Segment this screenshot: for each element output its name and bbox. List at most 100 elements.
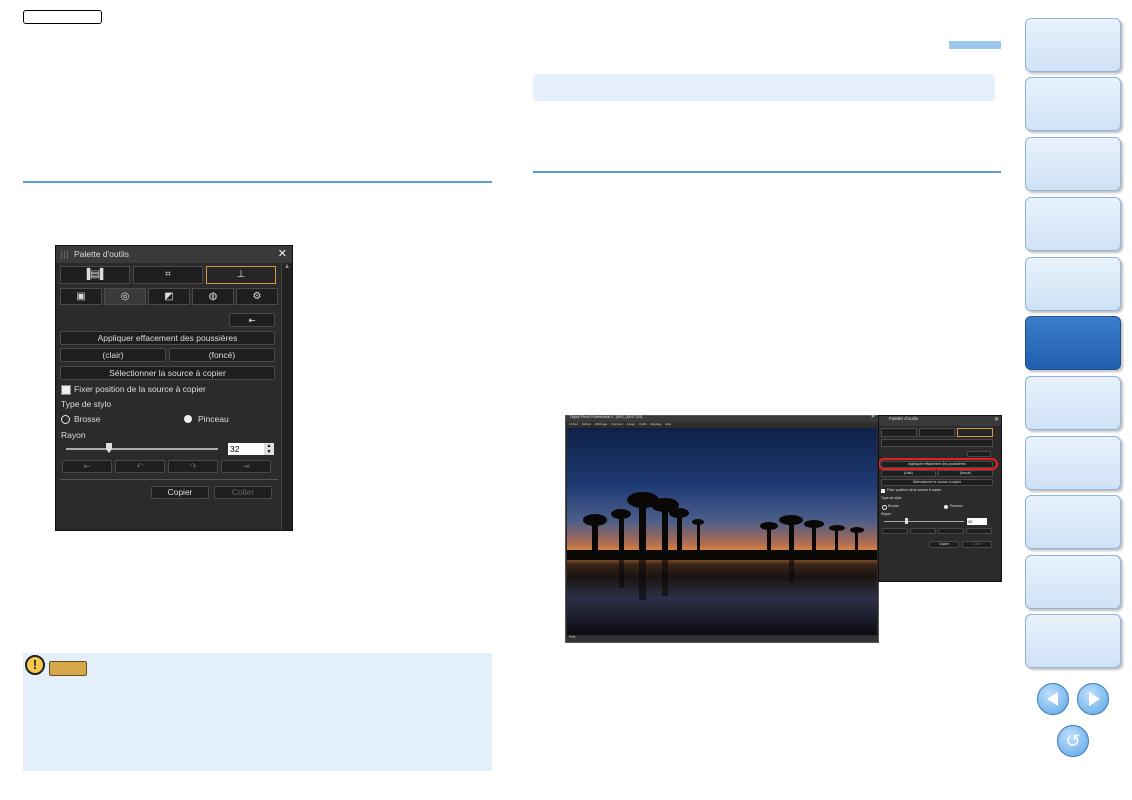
redo-icon: ↷ xyxy=(189,461,197,471)
radius-input[interactable]: 32 xyxy=(228,443,264,455)
menu-item[interactable]: Imprimer xyxy=(611,422,623,426)
menu-item[interactable]: Réglage xyxy=(650,422,661,426)
small-tab-stamp[interactable] xyxy=(957,428,993,437)
caution-icon: ! xyxy=(25,655,45,675)
fix-position-checkbox[interactable] xyxy=(61,385,71,395)
small-pen-radio[interactable] xyxy=(944,505,948,509)
menu-item[interactable]: Affichage xyxy=(595,422,607,426)
radius-spinner[interactable]: ▲ ▼ xyxy=(264,443,274,455)
tab-tone[interactable]: ▣ xyxy=(60,288,102,305)
side-tab-9[interactable] xyxy=(1025,495,1121,549)
small-fix-position-checkbox[interactable] xyxy=(881,489,885,493)
apply-dust-button[interactable]: Appliquer effacement des poussières xyxy=(60,331,275,345)
radius-slider-thumb[interactable] xyxy=(106,443,112,453)
side-tab-3[interactable] xyxy=(1025,137,1121,191)
small-undo-button[interactable] xyxy=(910,528,936,534)
highlight-circle xyxy=(879,458,998,470)
arrow-left-icon[interactable] xyxy=(1037,683,1069,715)
small-close-icon[interactable]: ✕ xyxy=(994,416,999,423)
small-first-button[interactable] xyxy=(882,528,908,534)
note-box xyxy=(23,653,492,771)
redo-button[interactable]: ↷ xyxy=(168,460,218,473)
tool-palette-title: Palette d'outils ✕ xyxy=(56,246,292,263)
side-tab-8[interactable] xyxy=(1025,436,1121,490)
small-fix-position-label: Fixer position de la source à copier xyxy=(887,488,942,492)
side-tab-11[interactable] xyxy=(1025,614,1121,668)
small-tab-basic[interactable] xyxy=(881,428,917,437)
tool-palette: Palette d'outils ✕ ▲ ▐▤▌ ⌗ ⊥ ▣ ◎ ◩ ◍ ⚙ ⇤… xyxy=(55,245,293,531)
undo-button[interactable]: ↶ xyxy=(115,460,165,473)
small-brush-label: Brosse xyxy=(888,504,899,508)
section-heading-box xyxy=(533,74,995,101)
brush-label: Brosse xyxy=(74,414,101,424)
status-text: Prêt xyxy=(569,635,576,639)
side-tab-7[interactable] xyxy=(1025,376,1121,430)
right-divider xyxy=(533,171,1001,173)
fix-position-label: Fixer position de la source à copier xyxy=(74,384,206,394)
side-tab-5[interactable] xyxy=(1025,257,1121,311)
small-tab-row2[interactable] xyxy=(881,439,993,447)
arrow-right-icon[interactable] xyxy=(1077,683,1109,715)
small-radius-input[interactable]: 32 xyxy=(967,518,987,525)
paste-button[interactable]: Coller xyxy=(214,486,272,499)
tool-palette-title-text: Palette d'outils xyxy=(74,249,130,259)
brush-radio[interactable] xyxy=(61,415,70,424)
menu-item[interactable]: Outils xyxy=(639,422,647,426)
small-paste-button[interactable]: Coller xyxy=(962,541,992,548)
scroll-up-icon[interactable]: ▲ xyxy=(282,263,292,270)
tab-stamp[interactable]: ⊥ xyxy=(206,266,276,284)
first-button[interactable]: ⇤ xyxy=(62,460,112,473)
app-status-bar: Prêt xyxy=(566,635,878,642)
tab-curve[interactable]: ◩ xyxy=(148,288,190,305)
small-copy-button[interactable]: Copier xyxy=(929,541,959,548)
return-icon[interactable]: ↺ xyxy=(1057,725,1089,757)
small-light-button[interactable]: (clair) xyxy=(881,470,936,477)
small-last-button[interactable] xyxy=(966,528,992,534)
tab-color[interactable]: ◍ xyxy=(192,288,234,305)
last-button[interactable]: ⇥ xyxy=(221,460,271,473)
style-type-label: Type de stylo xyxy=(61,399,112,409)
small-reset-button[interactable] xyxy=(967,451,991,457)
small-brush-radio[interactable] xyxy=(882,505,887,510)
tab-dust[interactable]: ◎ xyxy=(104,288,146,305)
side-tab-4[interactable] xyxy=(1025,197,1121,251)
app-menu-bar: Fichier Édition Affichage Imprimer Image… xyxy=(566,422,878,427)
radius-slider-track[interactable] xyxy=(66,448,218,450)
close-icon[interactable]: ✕ xyxy=(278,246,287,263)
menu-item[interactable]: Fichier xyxy=(569,422,578,426)
tab-basic[interactable]: ▐▤▌ xyxy=(60,266,130,284)
menu-item[interactable]: Édition xyxy=(582,422,591,426)
menu-item[interactable]: Image xyxy=(627,422,635,426)
tab-settings[interactable]: ⚙ xyxy=(236,288,278,305)
header-button[interactable] xyxy=(23,10,102,24)
small-radius-track[interactable] xyxy=(884,521,964,522)
last-icon: ⇥ xyxy=(242,461,250,471)
left-divider xyxy=(23,181,492,183)
small-select-source-button[interactable]: Sélectionner la source à copier xyxy=(881,479,993,486)
small-tab-crop[interactable] xyxy=(919,428,955,437)
dark-button[interactable]: (foncé) xyxy=(169,348,275,362)
undo-icon: ↶ xyxy=(136,461,144,471)
pen-label: Pinceau xyxy=(198,414,229,424)
radius-label: Rayon xyxy=(61,430,86,440)
side-tab-1[interactable] xyxy=(1025,18,1121,72)
window-close-icon[interactable]: ✕ xyxy=(871,414,875,420)
menu-item[interactable]: Aide xyxy=(665,422,671,426)
small-palette-title: Palette d'outils xyxy=(889,416,919,421)
light-button[interactable]: (clair) xyxy=(60,348,166,362)
small-dark-button[interactable]: (foncé) xyxy=(938,470,993,477)
select-source-button[interactable]: Sélectionner la source à copier xyxy=(60,366,275,380)
photo-baobab-sunset xyxy=(567,428,877,635)
pen-radio[interactable] xyxy=(184,415,192,423)
reset-button[interactable]: ⇤ xyxy=(229,313,275,327)
first-icon: ⇤ xyxy=(83,461,91,471)
small-redo-button[interactable] xyxy=(938,528,964,534)
small-radius-thumb[interactable] xyxy=(905,518,908,524)
small-tool-palette: Palette d'outils ✕ Appliquer effacement … xyxy=(878,415,1002,582)
side-tab-2[interactable] xyxy=(1025,77,1121,131)
scrollbar[interactable]: ▲ xyxy=(281,263,292,530)
side-tab-6-active[interactable] xyxy=(1025,316,1121,370)
tab-crop[interactable]: ⌗ xyxy=(133,266,203,284)
side-tab-10[interactable] xyxy=(1025,555,1121,609)
copy-button[interactable]: Copier xyxy=(151,486,209,499)
